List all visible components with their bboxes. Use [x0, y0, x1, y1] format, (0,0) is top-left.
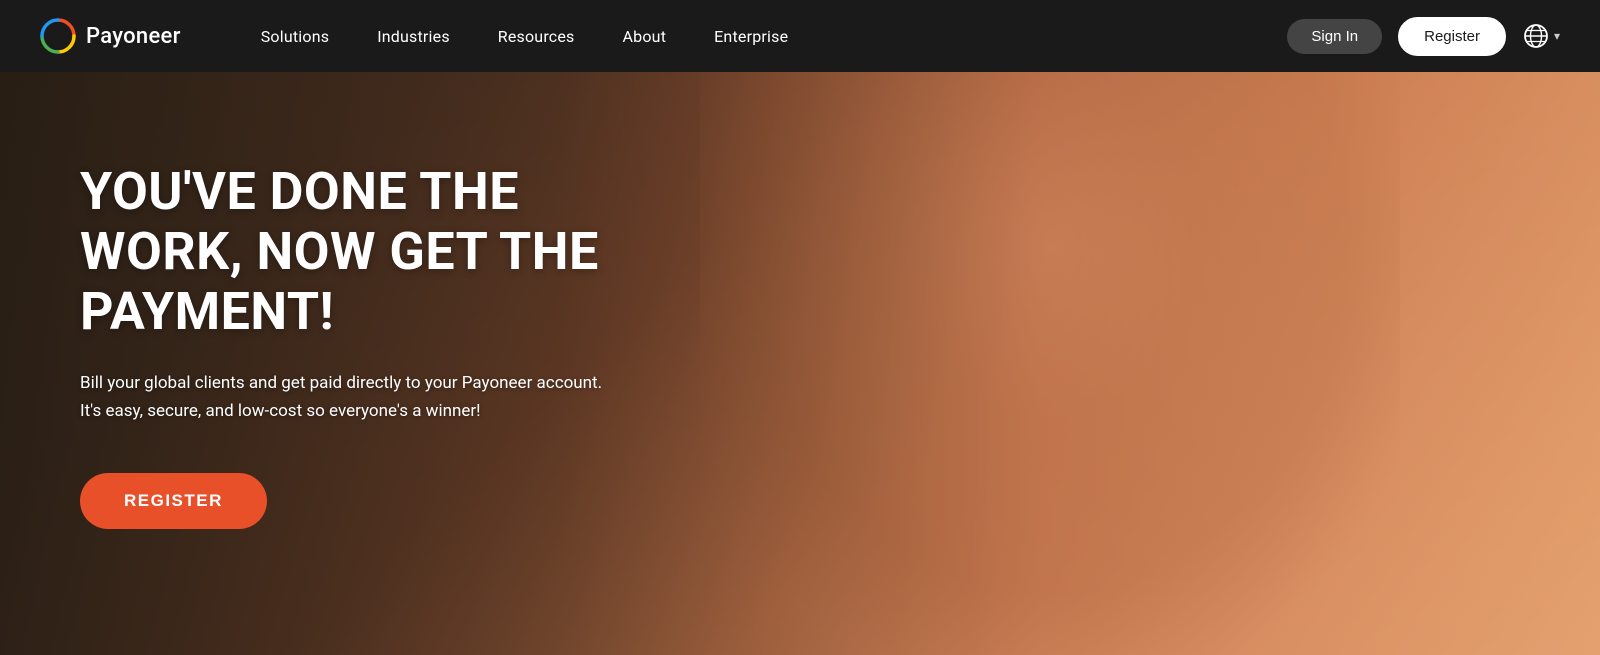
navbar: Payoneer Solutions Industries Resources …	[0, 0, 1600, 72]
logo-text: Payoneer	[86, 24, 181, 49]
hero-subtitle: Bill your global clients and get paid di…	[80, 369, 620, 425]
payoneer-logo-icon	[40, 18, 76, 54]
hero-section: YOU'VE DONE THE WORK, NOW GET THE PAYMEN…	[0, 72, 1600, 655]
nav-links: Solutions Industries Resources About Ent…	[261, 27, 1288, 46]
nav-solutions[interactable]: Solutions	[261, 27, 329, 46]
nav-industries[interactable]: Industries	[377, 27, 450, 46]
nav-enterprise[interactable]: Enterprise	[714, 27, 788, 46]
signin-button[interactable]: Sign In	[1287, 19, 1382, 54]
register-nav-button[interactable]: Register	[1398, 17, 1506, 56]
nav-about[interactable]: About	[623, 27, 667, 46]
hero-title: YOU'VE DONE THE WORK, NOW GET THE PAYMEN…	[80, 162, 620, 341]
hero-content: YOU'VE DONE THE WORK, NOW GET THE PAYMEN…	[0, 72, 700, 619]
chevron-down-icon: ▾	[1554, 29, 1560, 43]
logo-link[interactable]: Payoneer	[40, 18, 181, 54]
globe-icon	[1522, 22, 1550, 50]
nav-actions: Sign In Register ▾	[1287, 17, 1560, 56]
language-selector[interactable]: ▾	[1522, 22, 1560, 50]
hero-register-button[interactable]: REGISTER	[80, 473, 267, 529]
nav-resources[interactable]: Resources	[498, 27, 575, 46]
